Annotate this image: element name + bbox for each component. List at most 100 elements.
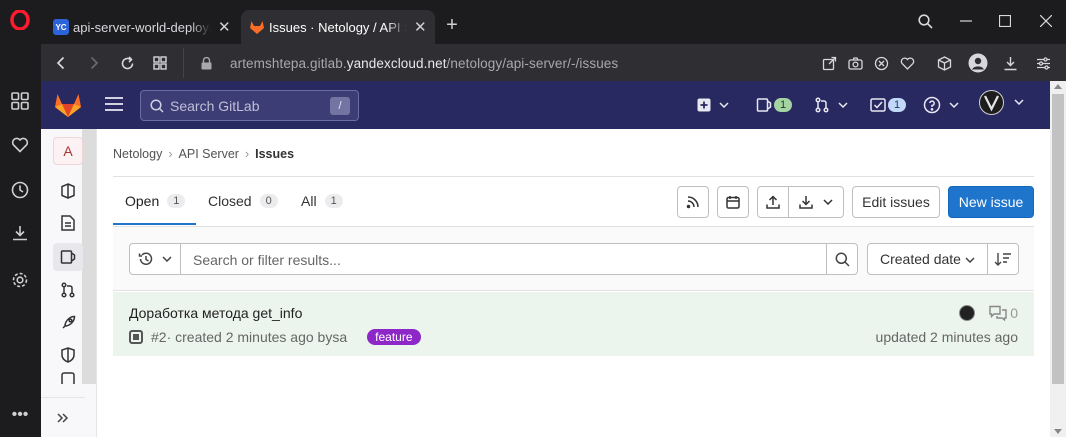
gitlab-logo-icon[interactable] [54, 91, 82, 123]
monitor-icon [61, 372, 75, 384]
browser-tabbar: YC api-server-world-deployment ✕ Issues … [41, 0, 1066, 44]
filter-submit-button[interactable] [826, 243, 858, 275]
breadcrumb: Netology › API Server › Issues [113, 147, 295, 161]
minimize-icon[interactable] [955, 10, 977, 32]
rss-button[interactable] [677, 186, 709, 218]
speed-dial-icon[interactable] [9, 90, 31, 112]
close-tab-icon[interactable]: ✕ [413, 18, 427, 36]
sidebar-item-merge-requests[interactable] [53, 276, 83, 304]
project-sidebar: A [41, 129, 97, 437]
reload-icon[interactable] [115, 51, 139, 75]
breadcrumb-netology[interactable]: Netology [113, 147, 162, 161]
project-info-icon [61, 183, 75, 199]
search-icon [835, 252, 850, 267]
new-issue-button[interactable]: New issue [948, 186, 1034, 218]
sidebar-item-security[interactable] [53, 341, 83, 369]
issue-author[interactable]: sa [332, 329, 347, 345]
sort-dropdown[interactable]: Created date [867, 243, 988, 275]
active-tab-indicator [113, 223, 196, 225]
issue-reference: #2 [151, 329, 167, 345]
project-avatar[interactable]: A [53, 137, 83, 165]
calendar-icon [726, 196, 740, 209]
sort-direction-button[interactable] [987, 243, 1019, 275]
issue-row[interactable]: Доработка метода get_info #2 · created 2… [113, 292, 1034, 356]
page-scrollbar[interactable] [1050, 81, 1066, 437]
merge-requests-issues-button[interactable]: 1 [756, 95, 793, 115]
sidebar-item-deployments[interactable] [53, 309, 83, 337]
gitlab-favicon-icon [249, 19, 265, 35]
filter-search-input[interactable]: Search or filter results... [180, 243, 827, 275]
mr-count-badge: 1 [774, 98, 793, 112]
edit-issues-button[interactable]: Edit issues [852, 186, 940, 218]
more-icon[interactable]: ••• [9, 404, 31, 426]
tab-deployment[interactable]: YC api-server-world-deployment ✕ [45, 10, 239, 44]
sidebar-item-project-info[interactable] [53, 177, 83, 205]
settings-gear-icon[interactable] [9, 269, 31, 291]
easy-setup-icon[interactable] [1031, 51, 1055, 75]
export-issues-button[interactable] [788, 186, 844, 218]
close-tab-icon[interactable]: ✕ [217, 18, 231, 36]
tab-closed[interactable]: Closed 0 [208, 193, 278, 209]
gitlab-search-input[interactable]: Search GitLab / [140, 90, 359, 121]
merge-request-icon [61, 282, 75, 298]
calendar-button[interactable] [717, 186, 749, 218]
rss-icon [686, 196, 699, 209]
sort-lowest-icon [994, 253, 1011, 266]
tab-search-icon[interactable] [914, 10, 936, 32]
create-new-button[interactable] [697, 95, 729, 115]
merge-request-icon [815, 97, 829, 113]
all-count: 1 [324, 194, 343, 208]
tab-title: api-server-world-deployment [73, 19, 211, 35]
closed-count: 0 [259, 194, 278, 208]
todo-count-badge: 1 [888, 98, 907, 112]
help-button[interactable] [923, 95, 959, 115]
history-icon[interactable] [9, 179, 31, 201]
adblock-icon[interactable] [869, 51, 893, 75]
forward-icon[interactable] [82, 51, 106, 75]
tab-open[interactable]: Open 1 [125, 193, 186, 209]
merge-requests-button[interactable] [814, 95, 848, 115]
collapse-sidebar-button[interactable] [41, 397, 85, 437]
tab-all[interactable]: All 1 [301, 193, 343, 209]
assignee-avatar[interactable] [959, 305, 976, 321]
recent-searches-button[interactable] [129, 243, 181, 275]
label-badge[interactable]: feature [367, 329, 421, 345]
sidebar-item-repository[interactable] [53, 209, 83, 237]
tab-title: Issues · Netology / API Server [269, 19, 407, 35]
tabs-grid-icon[interactable] [148, 51, 172, 75]
sidebar-scrollbar[interactable] [82, 129, 96, 384]
gitlab-top-nav: Search GitLab / 1 1 [41, 81, 1050, 129]
user-menu-button[interactable] [979, 89, 1024, 115]
search-icon [150, 98, 164, 113]
breadcrumb-api-server[interactable]: API Server [179, 147, 239, 161]
open-count: 1 [167, 194, 186, 208]
issue-title[interactable]: Доработка метода get_info [129, 305, 302, 321]
heart-icon[interactable] [9, 134, 31, 156]
issue-stats: 0 [959, 305, 1018, 321]
hamburger-menu-icon[interactable] [105, 97, 123, 116]
scrollbar-thumb[interactable] [1052, 94, 1064, 384]
camera-icon[interactable] [843, 51, 867, 75]
import-issues-button[interactable] [757, 186, 789, 218]
share-icon[interactable] [817, 51, 841, 75]
issues-icon [756, 98, 772, 112]
issue-created: · created 2 minutes ago by [166, 329, 333, 345]
new-tab-icon[interactable]: + [442, 14, 462, 37]
back-icon[interactable] [49, 51, 73, 75]
search-placeholder: Search GitLab [170, 97, 260, 114]
todo-icon [870, 98, 886, 112]
sidebar-item-monitor[interactable] [53, 372, 83, 384]
download-icon[interactable] [9, 222, 31, 244]
maximize-icon[interactable] [994, 10, 1016, 32]
close-window-icon[interactable] [1035, 10, 1057, 32]
address-bar[interactable]: artemshtepa.gitlab.yandexcloud.net/netol… [183, 48, 1058, 78]
tab-issues[interactable]: Issues · Netology / API Server ✕ [241, 10, 435, 44]
extensions-cube-icon[interactable] [932, 51, 956, 75]
downloads-icon[interactable] [998, 51, 1022, 75]
breadcrumb-issues[interactable]: Issues [255, 147, 294, 161]
bookmark-heart-icon[interactable] [895, 51, 919, 75]
profile-icon[interactable] [966, 51, 990, 75]
opera-logo-icon[interactable] [9, 9, 31, 31]
todos-button[interactable]: 1 [870, 95, 907, 115]
sidebar-item-issues[interactable] [53, 243, 83, 271]
